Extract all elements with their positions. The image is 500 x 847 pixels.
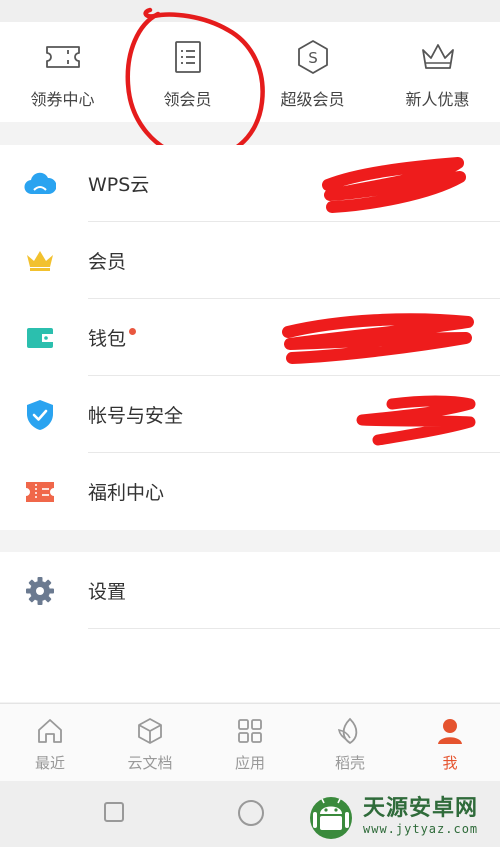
svg-text:S: S — [308, 49, 318, 67]
list-card-icon — [174, 41, 201, 73]
tab-label: 云文档 — [127, 754, 173, 772]
person-icon — [438, 719, 462, 744]
recent-apps-button[interactable] — [104, 802, 124, 822]
quick-action-coupon-center[interactable]: 领券中心 — [0, 22, 125, 122]
quick-action-label: 领会员 — [163, 90, 212, 109]
shield-check-icon — [22, 397, 58, 433]
home-icon — [38, 719, 62, 743]
tab-docer[interactable]: 稻壳 — [300, 704, 400, 781]
top-strip — [0, 0, 500, 22]
watermark-url: www.jytyaz.com — [363, 822, 479, 836]
quick-action-label: 新人优惠 — [405, 90, 470, 109]
grid-icon — [238, 719, 262, 743]
gear-icon — [22, 573, 58, 609]
notification-dot — [129, 328, 137, 335]
menu-item-label: 会员 — [88, 251, 127, 273]
quick-actions-bar: 领券中心 领会员 S 超级会员 新人优惠 — [0, 22, 500, 122]
leaf-icon — [338, 717, 358, 745]
quick-action-label: 超级会员 — [280, 90, 345, 109]
menu-item-wps-cloud[interactable]: WPS云 — [0, 145, 500, 222]
menu-item-label: 帐号与安全 — [88, 405, 184, 427]
tab-label: 稻壳 — [334, 754, 365, 772]
super-member-s-icon: S — [297, 40, 328, 74]
crown-icon — [22, 243, 58, 279]
watermark-title: 天源安卓网 — [363, 796, 479, 821]
site-watermark: 天源安卓网 www.jytyaz.com — [305, 790, 478, 842]
menu-item-label: 设置 — [88, 581, 127, 603]
watermark-logo-icon — [310, 797, 352, 839]
quick-action-super-member[interactable]: S 超级会员 — [250, 22, 375, 122]
tab-label: 应用 — [234, 754, 265, 772]
ticket-icon — [22, 474, 58, 510]
tab-apps[interactable]: 应用 — [200, 704, 300, 781]
wallet-icon — [22, 320, 58, 356]
menu-item-settings[interactable]: 设置 — [0, 552, 500, 629]
quick-action-get-membership[interactable]: 领会员 — [125, 22, 250, 122]
menu-item-label: WPS云 — [88, 174, 150, 196]
settings-card: 设置 — [0, 552, 500, 702]
quick-action-label: 领券中心 — [30, 90, 95, 109]
menu-item-wallet[interactable]: 钱包 — [0, 299, 500, 376]
menu-item-label: 钱包 — [88, 324, 137, 351]
tab-me[interactable]: 我 — [400, 704, 500, 781]
coupon-icon — [45, 46, 80, 68]
cube-icon — [138, 718, 162, 744]
menu-item-account-security[interactable]: 帐号与安全 — [0, 376, 500, 453]
tab-recent[interactable]: 最近 — [0, 704, 100, 781]
cloud-icon — [22, 166, 58, 202]
menu-item-label: 福利中心 — [88, 482, 165, 504]
divider — [88, 628, 500, 629]
tab-label: 最近 — [34, 754, 65, 772]
tab-cloud-docs[interactable]: 云文档 — [100, 704, 200, 781]
menu-item-welfare-center[interactable]: 福利中心 — [0, 453, 500, 530]
quick-action-newcomer-offer[interactable]: 新人优惠 — [375, 22, 500, 122]
home-button[interactable] — [238, 800, 264, 826]
bottom-tab-bar: 最近 云文档 应用 稻壳 我 — [0, 703, 500, 781]
wallet-label-text: 钱包 — [88, 328, 127, 350]
crown-outline-icon — [421, 44, 454, 69]
menu-item-membership[interactable]: 会员 — [0, 222, 500, 299]
tab-label: 我 — [442, 754, 458, 772]
account-menu-card: WPS云 会员 钱包 帐号与安全 福利中心 — [0, 145, 500, 530]
